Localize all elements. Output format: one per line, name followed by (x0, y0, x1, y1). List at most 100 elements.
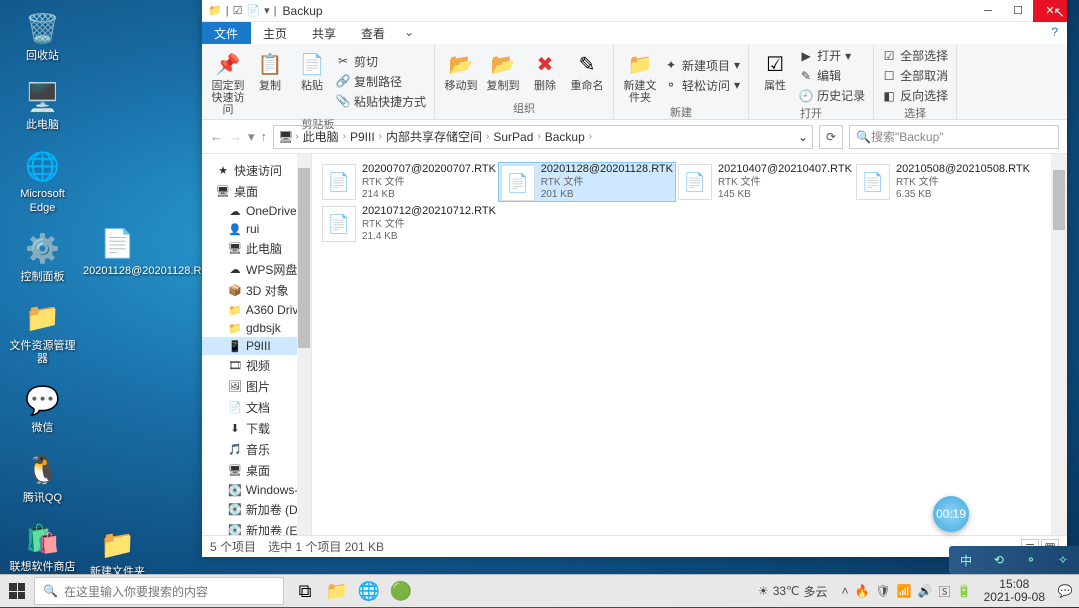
qat-dropdown-icon[interactable]: ▾ (264, 4, 270, 17)
desktop-icon[interactable]: 🗑️回收站 (5, 5, 80, 66)
new-item-button[interactable]: ✦新建项目▾ (662, 56, 742, 75)
file-item[interactable]: 📄20210712@20210712.RTKRTK 文件21.4 KB (320, 204, 498, 244)
taskbar-app-icon[interactable]: 🟢 (386, 576, 416, 606)
paste-button[interactable]: 📄粘贴 (292, 46, 332, 116)
select-all-button[interactable]: ☑全部选择 (880, 46, 950, 65)
scrollbar-thumb[interactable] (298, 168, 310, 348)
new-folder-button[interactable]: 📁新建文件夹 (620, 46, 660, 104)
tray-app-icon[interactable]: 🔥 (855, 584, 870, 598)
notification-button[interactable]: 💬 (1051, 575, 1079, 608)
file-list[interactable]: 📄20200707@20200707.RTKRTK 文件214 KB📄20201… (312, 154, 1067, 535)
address-bar[interactable]: 🖥 › 此电脑›P9III›内部共享存储空间›SurPad›Backup›⌄ (273, 125, 813, 149)
timer-badge[interactable]: 00:19 (933, 496, 969, 532)
desktop-icon[interactable]: ⚙️控制面板 (5, 226, 80, 287)
tree-item[interactable]: 💽Windows-SSD (202, 481, 311, 499)
help-icon[interactable]: ? (1043, 22, 1067, 44)
desktop-icon[interactable]: 🌐Microsoft Edge (5, 143, 80, 217)
tree-item[interactable]: 🎵音乐 (202, 439, 311, 460)
tree-item[interactable]: 📄文档 (202, 397, 311, 418)
back-button[interactable]: ← (210, 129, 223, 144)
breadcrumb-item[interactable]: P9III (348, 130, 377, 144)
easy-access-button[interactable]: ⚬轻松访问▾ (662, 76, 742, 95)
qat-item[interactable]: 📄 (246, 4, 260, 17)
desktop-icon[interactable]: 🖥️此电脑 (5, 74, 80, 135)
desktop-icon[interactable]: 🛍️联想软件商店 (5, 516, 80, 577)
taskbar-search-input[interactable]: 🔍 在这里输入你要搜索的内容 (34, 577, 284, 605)
file-item[interactable]: 📄20200707@20200707.RTKRTK 文件214 KB (320, 162, 498, 202)
edit-button[interactable]: ✎编辑 (797, 66, 867, 85)
open-button[interactable]: ▶打开▾ (797, 46, 867, 65)
desktop-icon[interactable]: 🐧腾讯QQ (5, 447, 80, 508)
recent-dropdown-icon[interactable]: ▾ (248, 129, 255, 145)
desktop-icon[interactable]: 📁文件资源管理器 (5, 295, 80, 369)
titlebar[interactable]: 📁 | ☑ 📄 ▾ | Backup ─ ☐ ✕ (202, 0, 1067, 22)
tree-item[interactable]: 📦3D 对象 (202, 280, 311, 301)
maximize-button[interactable]: ☐ (1003, 0, 1033, 22)
breadcrumb-item[interactable]: 此电脑 (301, 128, 341, 145)
tree-item[interactable]: 📱P9III (202, 337, 311, 355)
tray-app-icon[interactable]: 🛡 (876, 584, 891, 598)
tree-scrollbar[interactable] (297, 154, 311, 535)
file-item[interactable]: 📄20210508@20210508.RTKRTK 文件6.35 KB (854, 162, 1032, 202)
tree-item[interactable]: ⬇下载 (202, 418, 311, 439)
tray-ime-icon[interactable]: 🅂 (939, 583, 951, 600)
history-button[interactable]: 🕘历史记录 (797, 86, 867, 105)
up-button[interactable]: ↑ (261, 129, 268, 144)
taskbar-explorer-icon[interactable]: 📁 (322, 576, 352, 606)
select-none-button[interactable]: ☐全部取消 (880, 66, 950, 85)
minimize-button[interactable]: ─ (973, 0, 1003, 22)
breadcrumb-item[interactable]: 内部共享存储空间 (384, 128, 484, 145)
tree-item[interactable]: ★快速访问 (202, 160, 311, 181)
tree-item[interactable]: ☁OneDrive (202, 202, 311, 220)
refresh-button[interactable]: ⟳ (819, 125, 843, 149)
scrollbar-thumb[interactable] (1053, 170, 1065, 230)
paste-shortcut-button[interactable]: 📎粘贴快捷方式 (334, 92, 428, 111)
checkbox-icon[interactable]: ☑ (233, 4, 243, 17)
tree-item[interactable]: 🖼图片 (202, 376, 311, 397)
search-input[interactable]: 🔍 搜索"Backup" (849, 125, 1059, 149)
close-button[interactable]: ✕ (1033, 0, 1067, 22)
pin-to-quickaccess-button[interactable]: 📌固定到快速访问 (208, 46, 248, 116)
breadcrumb-item[interactable]: Backup (543, 130, 587, 144)
copy-to-button[interactable]: 📂复制到 (483, 46, 523, 100)
copy-button[interactable]: 📋复制 (250, 46, 290, 116)
file-item[interactable]: 📄20201128@20201128.RTKRTK 文件201 KB (498, 162, 676, 202)
taskbar-edge-icon[interactable]: 🌐 (354, 576, 384, 606)
tree-item[interactable]: 💽新加卷 (E:) (202, 520, 311, 535)
file-item[interactable]: 📄20210407@20210407.RTKRTK 文件145 KB (676, 162, 854, 202)
desktop-icon[interactable]: 💬微信 (5, 377, 80, 438)
tray-chevron-icon[interactable]: ˄ (842, 584, 849, 598)
tab-share[interactable]: 共享 (300, 22, 349, 44)
breadcrumb-item[interactable]: SurPad (491, 130, 535, 144)
move-to-button[interactable]: 📂移动到 (441, 46, 481, 100)
taskbar-clock[interactable]: 15:08 2021-09-08 (978, 578, 1051, 604)
tab-file[interactable]: 文件 (202, 22, 251, 44)
tree-item[interactable]: 🎞视频 (202, 355, 311, 376)
cut-button[interactable]: ✂剪切 (334, 52, 428, 71)
tree-item[interactable]: 💽新加卷 (D:) (202, 499, 311, 520)
tree-item[interactable]: ☁WPS网盘 (202, 259, 311, 280)
address-dropdown-icon[interactable]: ⌄ (798, 130, 808, 144)
tab-view[interactable]: 查看 (349, 22, 398, 44)
system-tray[interactable]: ˄ 🔥 🛡 📶 🔊 🅂 🔋 (836, 583, 978, 600)
ribbon-collapse-icon[interactable]: ⌄ (398, 22, 421, 44)
tray-battery-icon[interactable]: 🔋 (957, 584, 972, 598)
forward-button[interactable]: → (229, 129, 242, 144)
rename-button[interactable]: ✎重命名 (567, 46, 607, 100)
tree-item[interactable]: 👤rui (202, 220, 311, 238)
properties-button[interactable]: ☑属性 (755, 46, 795, 105)
nav-tree[interactable]: ★快速访问🖥桌面☁OneDrive👤rui🖥此电脑☁WPS网盘📦3D 对象📁A3… (202, 154, 312, 535)
invert-selection-button[interactable]: ◧反向选择 (880, 86, 950, 105)
tree-item[interactable]: 🖥桌面 (202, 460, 311, 481)
delete-button[interactable]: ✖删除 (525, 46, 565, 100)
ime-overlay[interactable]: 中⟲⚬✧ (949, 546, 1079, 574)
copy-path-button[interactable]: 🔗复制路径 (334, 72, 428, 91)
task-view-button[interactable]: ⧉ (290, 576, 320, 606)
tree-item[interactable]: 🖥桌面 (202, 181, 311, 202)
tree-item[interactable]: 🖥此电脑 (202, 238, 311, 259)
tray-app-icon[interactable]: 📶 (897, 584, 912, 598)
tree-item[interactable]: 📁gdbsjk (202, 319, 311, 337)
desktop-icon[interactable]: 📄20201128@20201128.R... (80, 220, 155, 281)
tray-volume-icon[interactable]: 🔊 (918, 584, 933, 598)
tab-home[interactable]: 主页 (251, 22, 300, 44)
